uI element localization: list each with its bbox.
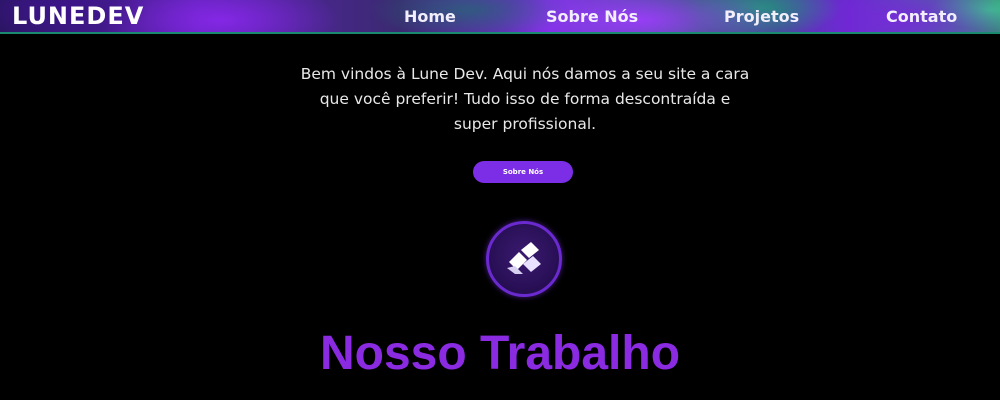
nav-sobre-nos-link[interactable]: Sobre Nós: [546, 8, 638, 26]
intro-line-1: Bem vindos à Lune Dev. Aqui nós damos a …: [300, 65, 750, 83]
lune-logo-icon: [507, 242, 541, 274]
intro-line-3: super profissional.: [453, 115, 597, 133]
top-navbar: LUNEDEV Home Sobre Nós Projetos Contato: [0, 0, 1000, 34]
intro-line-2: que você preferir! Tudo isso de forma de…: [319, 90, 731, 108]
nav-projetos-link[interactable]: Projetos: [724, 8, 799, 26]
intro-text: Bem vindos à Lune Dev. Aqui nós damos a …: [270, 62, 780, 137]
section-title-nosso-trabalho: Nosso Trabalho: [319, 327, 681, 380]
sobre-nos-button[interactable]: Sobre Nós: [473, 161, 573, 183]
brand-emblem: [486, 221, 562, 297]
nav-home-link[interactable]: Home: [404, 8, 456, 26]
nav-contato-link[interactable]: Contato: [886, 8, 957, 26]
site-logo[interactable]: LUNEDEV: [12, 3, 144, 29]
